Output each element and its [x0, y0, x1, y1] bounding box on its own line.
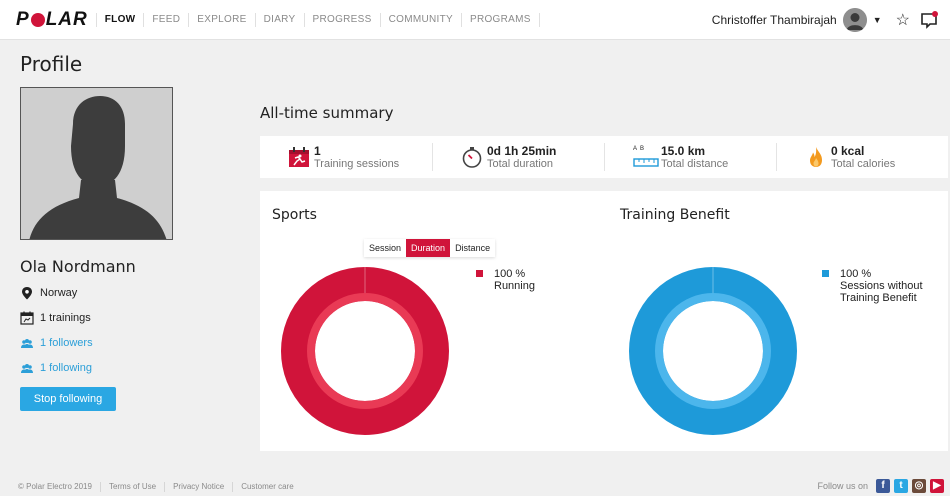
sports-legend: 100 % Running [476, 268, 535, 292]
training-calendar-icon [289, 147, 309, 167]
toggle-distance[interactable]: Distance [450, 239, 495, 257]
profile-photo [20, 87, 173, 240]
sports-donut-chart [281, 267, 449, 435]
stat-value: 0 kcal [831, 143, 865, 158]
people-icon [21, 364, 33, 373]
donut-slice-running[interactable] [281, 267, 449, 435]
star-icon[interactable]: ☆ [896, 10, 910, 30]
profile-name: Ola Nordmann [20, 257, 136, 276]
stat-total-duration: 0d 1h 25min Total duration [432, 143, 604, 171]
followers-row[interactable]: 1 followers [20, 336, 93, 350]
stat-text: 0d 1h 25min Total duration [487, 143, 557, 170]
avatar[interactable] [842, 8, 867, 32]
stat-text: 0 kcal Total calories [831, 143, 896, 170]
stat-training-sessions: 1 Training sessions [260, 143, 432, 171]
legend-percent: 100 % [840, 268, 872, 280]
stat-text: 15.0 km Total distance [661, 143, 729, 170]
flame-icon [810, 147, 822, 167]
sports-title: Sports [272, 207, 317, 223]
stat-label: Total duration [487, 157, 554, 170]
summary-card: 1 Training sessions 0d 1h 25min Total du… [260, 136, 948, 178]
following-row[interactable]: 1 following [20, 361, 92, 375]
toggle-duration[interactable]: Duration [406, 239, 451, 257]
location-pin-icon [22, 287, 32, 300]
trainings-text: 1 trainings [40, 312, 91, 324]
terms-link[interactable]: Terms of Use [99, 482, 164, 492]
followers-link[interactable]: 1 followers [40, 337, 93, 349]
donut-inner-ring [655, 293, 771, 409]
nav-community[interactable]: COMMUNITY [379, 12, 461, 27]
twitter-icon[interactable]: t [894, 479, 908, 493]
ruler-shape [633, 158, 659, 167]
notification-icon[interactable] [920, 11, 938, 29]
stat-value: 1 [314, 143, 321, 158]
nav-progress[interactable]: PROGRESS [303, 12, 380, 27]
legend-swatch-no-benefit [822, 270, 829, 277]
following-link[interactable]: 1 following [40, 362, 92, 374]
stat-total-calories: 0 kcal Total calories [776, 143, 948, 171]
instagram-icon[interactable]: ◎ [912, 479, 926, 493]
stat-text: 1 Training sessions [314, 143, 400, 170]
charts-card: Sports Session Duration Distance 100 % R… [260, 191, 948, 451]
toggle-session[interactable]: Session [364, 239, 406, 257]
stat-label: Total distance [661, 157, 729, 170]
sports-metric-toggle: Session Duration Distance [364, 239, 496, 257]
legend-swatch-running [476, 270, 483, 277]
stat-label: Training sessions [314, 157, 400, 170]
stop-following-button[interactable]: Stop following [20, 387, 116, 411]
top-navigation-bar: P LAR FLOW FEED EXPLORE DIARY PROGRESS C… [0, 0, 950, 40]
footer: © Polar Electro 2019 Terms of Use Privac… [0, 478, 950, 496]
profile-silhouette-icon [21, 88, 172, 239]
chevron-down-icon[interactable]: ▼ [873, 15, 882, 25]
user-name[interactable]: Christoffer Thambirajah [712, 13, 837, 27]
nav-diary[interactable]: DIARY [254, 12, 304, 27]
logo-dot [30, 12, 45, 27]
stat-total-distance: A B 15.0 km Total distance [604, 143, 776, 171]
training-benefit-donut-chart [629, 267, 797, 435]
donut-inner-ring [307, 293, 423, 409]
training-benefit-legend: 100 % Sessions without Training Benefit [822, 268, 923, 304]
summary-title: All-time summary [260, 104, 394, 122]
nav-explore[interactable]: EXPLORE [188, 12, 254, 27]
stat-label: Total calories [831, 157, 896, 170]
legend-label-line2: Training Benefit [840, 292, 917, 304]
logo-text-left: P [16, 8, 30, 30]
privacy-link[interactable]: Privacy Notice [164, 482, 232, 492]
customer-care-link[interactable]: Customer care [232, 482, 301, 492]
legend-label-line1: Sessions without [840, 280, 923, 292]
trainings-row: 1 trainings [20, 311, 91, 325]
ruler-icon: A B [633, 146, 659, 168]
youtube-icon[interactable]: ▶ [930, 479, 944, 493]
logo-text-right: LAR [45, 8, 88, 30]
stat-value: 0d 1h 25min [487, 143, 557, 158]
user-menu: Christoffer Thambirajah ▼ ☆ [712, 0, 950, 40]
polar-logo[interactable]: P LAR [16, 0, 88, 40]
donut-slice-sessions-without-training-benefit[interactable] [629, 267, 797, 435]
stopwatch-icon [462, 147, 482, 168]
follow-us-label: Follow us on [817, 481, 868, 491]
nav-programs[interactable]: PROGRAMS [460, 12, 540, 27]
copyright-text: © Polar Electro 2019 [18, 482, 92, 491]
people-icon [21, 339, 33, 348]
calendar-icon [20, 311, 34, 325]
nav-feed[interactable]: FEED [143, 12, 188, 27]
legend-percent: 100 % [494, 268, 526, 280]
facebook-icon[interactable]: f [876, 479, 890, 493]
location-row: Norway [20, 286, 77, 300]
stat-value: 15.0 km [661, 143, 706, 158]
legend-label-running: Running [494, 280, 535, 292]
nav-flow[interactable]: FLOW [95, 12, 144, 27]
distance-ab-label: A B [633, 146, 645, 152]
page-title: Profile [20, 52, 83, 76]
training-benefit-title: Training Benefit [620, 207, 730, 223]
main-nav: FLOW FEED EXPLORE DIARY PROGRESS COMMUNI… [95, 0, 540, 40]
avatar-silhouette-icon [842, 8, 867, 32]
location-text: Norway [40, 287, 78, 299]
